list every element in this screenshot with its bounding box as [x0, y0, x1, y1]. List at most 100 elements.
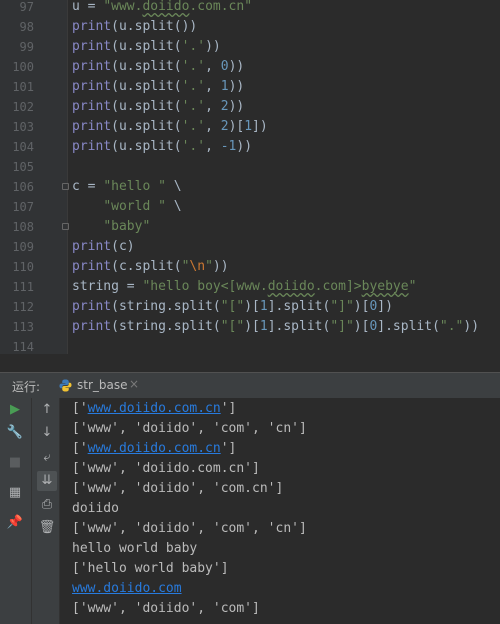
console-text: ['hello world baby']: [72, 561, 229, 576]
code-token: .com]>: [314, 279, 362, 294]
code-text: print(c): [72, 237, 135, 257]
arrow-down-icon[interactable]: ↓: [37, 423, 57, 443]
code-text: "baby": [72, 217, 150, 237]
code-token: doiido: [142, 0, 190, 14]
code-token: doiido: [267, 279, 315, 294]
console-output[interactable]: ['www.doiido.com.cn'] ['www', 'doiido', '…: [60, 398, 500, 624]
code-token: "world ": [103, 199, 166, 214]
line-number: 105: [12, 160, 34, 174]
code-token: )): [228, 59, 245, 74]
code-line: 97 u = "www.doiido.com.cn": [0, 0, 500, 17]
code-token: )): [463, 319, 480, 334]
fold-marker-icon[interactable]: [62, 183, 69, 190]
code-token: )[: [228, 119, 245, 134]
code-token: ]): [252, 119, 268, 134]
code-text: print(c.split("\n")): [72, 257, 229, 277]
code-token: print: [72, 319, 112, 334]
layout-icon[interactable]: ▦: [5, 483, 25, 503]
run-panel-header: 运行: str_base ×: [0, 372, 500, 398]
line-number: 101: [12, 80, 34, 94]
code-token: print: [72, 99, 112, 114]
code-line: 114: [0, 337, 500, 354]
code-token: \: [165, 199, 182, 214]
line-number: 99: [19, 40, 34, 54]
console-link[interactable]: www.doiido.com.cn: [88, 401, 221, 416]
code-line: 104 print(u.split('.', -1)): [0, 137, 500, 157]
run-tab-str-base[interactable]: str_base ×: [55, 373, 145, 398]
code-token: 0: [220, 59, 229, 74]
code-token: (u.split(: [111, 139, 182, 154]
code-token: '.': [181, 139, 206, 154]
run-toolbar-secondary: ↑ ↓ ⤶ ⇊ ⎙ 🗑: [32, 398, 60, 624]
stop-icon[interactable]: ■: [5, 453, 25, 473]
code-text: "world " \: [72, 197, 182, 217]
scroll-to-end-icon[interactable]: ⇊: [37, 471, 57, 491]
code-token: print: [72, 59, 112, 74]
console-line: ['www', 'doiido', 'com', 'cn']: [72, 519, 307, 539]
soft-wrap-icon[interactable]: ⤶: [37, 448, 57, 468]
code-token: (c): [111, 239, 135, 254]
line-number: 98: [19, 20, 34, 34]
arrow-up-icon[interactable]: ↑: [37, 400, 57, 420]
code-token: '.': [181, 39, 206, 54]
code-token: u =: [72, 0, 104, 14]
code-token: "hello ": [103, 179, 166, 194]
code-token: '.': [181, 99, 206, 114]
code-text: print(u.split('.')): [72, 37, 221, 57]
code-token: \: [165, 179, 182, 194]
console-line: ['www.doiido.com.cn']: [72, 439, 236, 459]
console-text: ['www', 'doiido', 'com']: [72, 601, 260, 616]
code-line: 107 "world " \: [0, 197, 500, 217]
code-token: print: [72, 19, 112, 34]
console-text: ['www', 'doiido', 'com', 'cn']: [72, 521, 307, 536]
wrench-icon[interactable]: 🔧: [5, 423, 25, 443]
code-token: ,: [205, 139, 221, 154]
code-token: )[: [244, 299, 260, 314]
line-number: 102: [12, 100, 34, 114]
trash-icon[interactable]: 🗑: [37, 518, 57, 538]
code-token: '.': [181, 59, 206, 74]
code-token: ": [205, 259, 213, 274]
console-line: ['www', 'doiido', 'com.cn']: [72, 479, 283, 499]
close-icon[interactable]: ×: [129, 377, 139, 391]
console-link[interactable]: www.doiido.com: [72, 581, 182, 596]
line-number: 111: [12, 280, 34, 294]
code-token: (u.split(: [111, 39, 182, 54]
code-token: "]": [330, 299, 354, 314]
code-token: "]": [330, 319, 354, 334]
code-text: print(u.split('.', -1)): [72, 137, 252, 157]
line-number: 103: [12, 120, 34, 134]
run-icon[interactable]: ▶: [5, 400, 25, 420]
code-token: 1: [259, 299, 268, 314]
print-icon[interactable]: ⎙: [37, 495, 57, 515]
console-link[interactable]: www.doiido.com.cn: [88, 441, 221, 456]
code-token: "baby": [103, 219, 151, 234]
code-line: 111 string = "hello boy<[www.doiido.com]>…: [0, 277, 500, 297]
code-line: 108 "baby": [0, 217, 500, 237]
line-number: 108: [12, 220, 34, 234]
code-token: ,: [205, 59, 221, 74]
code-token: print: [72, 239, 112, 254]
code-token: ,: [205, 99, 221, 114]
code-token: )): [228, 79, 245, 94]
console-text: [': [72, 441, 88, 456]
code-text: print(string.split("[")[1].split("]")[0]…: [72, 317, 479, 337]
code-line: 112 print(string.split("[")[1].split("]")…: [0, 297, 500, 317]
code-text: print(u.split('.', 2)): [72, 97, 244, 117]
code-token: ].split(: [267, 319, 331, 334]
code-token: (string.split(: [111, 319, 221, 334]
code-line: 98 print(u.split()): [0, 17, 500, 37]
line-number: 106: [12, 180, 34, 194]
code-token: 1: [244, 119, 253, 134]
code-editor[interactable]: 97 u = "www.doiido.com.cn" 98 print(u.split…: [0, 0, 500, 354]
code-token: print: [72, 39, 112, 54]
console-line: ['www', 'doiido.com.cn']: [72, 459, 260, 479]
code-line: 109 print(c): [0, 237, 500, 257]
fold-marker-icon[interactable]: [62, 223, 69, 230]
code-text: print(string.split("[")[1].split("]")[0]…: [72, 297, 393, 317]
line-number: 104: [12, 140, 34, 154]
code-token: 1: [259, 319, 268, 334]
pin-icon[interactable]: 📌: [5, 513, 25, 533]
code-token: "[": [220, 319, 245, 334]
